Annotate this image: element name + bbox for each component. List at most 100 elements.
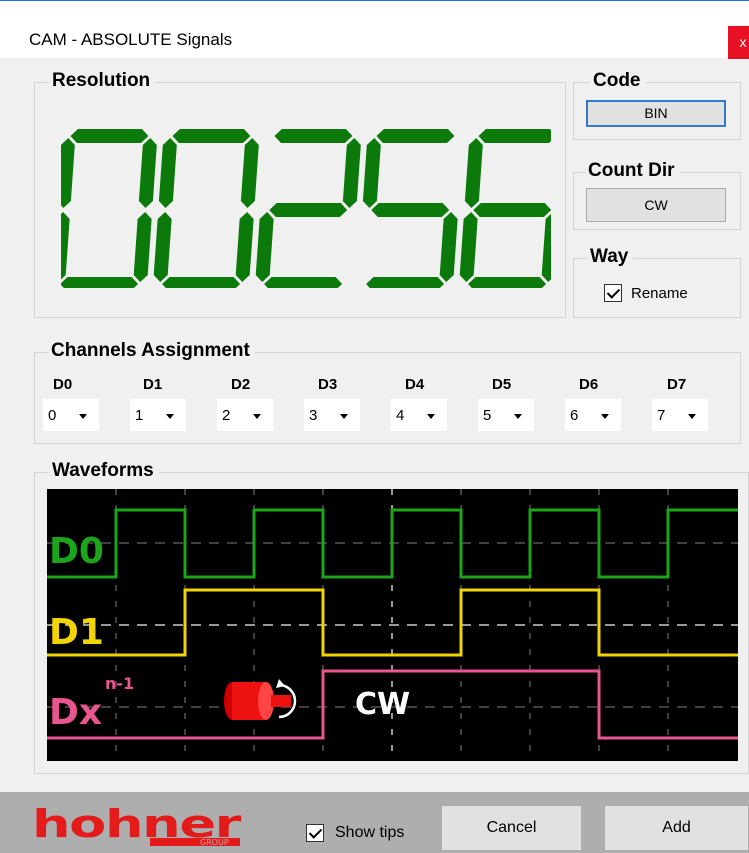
channel-label-d6: D6 <box>579 376 599 393</box>
hohner-logo: hohner GROUP <box>32 803 243 847</box>
digit-segment <box>235 212 254 282</box>
way-legend: Way <box>587 246 634 268</box>
channels-legend: Channels Assignment <box>48 340 255 362</box>
digit-segment <box>61 277 139 288</box>
channel-select-d7[interactable]: 7 <box>652 399 708 431</box>
channel-select-d6[interactable]: 6 <box>565 399 621 431</box>
digit-segment <box>541 212 551 282</box>
digit-segment <box>362 138 381 208</box>
channel-label-d2: D2 <box>231 376 251 393</box>
digit-segment <box>61 138 75 208</box>
chevron-down-icon <box>688 414 696 419</box>
digit-segment <box>376 129 455 143</box>
checkmark-icon <box>606 285 621 299</box>
digit-segment <box>70 129 149 143</box>
window-title: CAM - ABSOLUTE Signals <box>29 30 233 49</box>
digit-segment <box>269 203 348 217</box>
digit-segment <box>274 129 353 143</box>
direction-label: CW <box>355 687 410 722</box>
channel-value: 5 <box>483 407 492 424</box>
digit-segment <box>459 212 478 282</box>
digit-segment <box>468 277 547 288</box>
checkmark-icon <box>308 825 323 839</box>
bottom-bar: hohner GROUP Show tips Cancel Add <box>0 792 749 853</box>
resolution-display <box>61 129 551 288</box>
dx-superscript: n-1 <box>105 674 134 693</box>
chevron-down-icon <box>166 414 174 419</box>
channel-label-d7: D7 <box>667 376 687 393</box>
code-button[interactable]: BIN <box>586 100 726 127</box>
digit-segment <box>240 138 259 208</box>
digit-segment <box>61 212 70 282</box>
d0-wave-label: D0 <box>49 531 104 572</box>
channel-select-d1[interactable]: 1 <box>130 399 186 431</box>
channel-label-d1: D1 <box>143 376 163 393</box>
resolution-digit <box>459 129 551 288</box>
channel-value: 2 <box>222 407 231 424</box>
title-bar: CAM - ABSOLUTE Signals x <box>0 6 749 59</box>
d1-wave-label: D1 <box>49 612 104 653</box>
show-tips-checkbox[interactable] <box>306 824 324 842</box>
dx-wave-label: Dx <box>49 692 102 733</box>
digit-segment <box>366 277 445 288</box>
count-dir-button[interactable]: CW <box>586 188 726 222</box>
rename-checkbox[interactable] <box>604 284 622 302</box>
resolution-group: Resolution <box>34 70 566 318</box>
digit-segment <box>138 138 157 208</box>
digit-segment <box>478 129 551 143</box>
digit-segment <box>255 212 274 282</box>
channel-value: 7 <box>657 407 666 424</box>
digit-segment <box>158 138 177 208</box>
d0-waveform <box>47 508 738 579</box>
channel-select-d3[interactable]: 3 <box>304 399 360 431</box>
channel-value: 0 <box>48 407 57 424</box>
channel-label-d4: D4 <box>405 376 425 393</box>
close-button[interactable]: x <box>728 26 749 59</box>
digit-segment <box>162 277 241 288</box>
digit-segment <box>264 277 343 288</box>
code-group: Code BIN <box>573 70 741 140</box>
digit-segment <box>133 212 152 282</box>
svg-text:GROUP: GROUP <box>200 838 229 847</box>
chevron-down-icon <box>253 414 261 419</box>
cancel-button[interactable]: Cancel <box>441 805 582 851</box>
digit-segment <box>464 138 483 208</box>
resolution-digit <box>61 129 157 288</box>
chevron-down-icon <box>601 414 609 419</box>
channel-select-d2[interactable]: 2 <box>217 399 273 431</box>
channel-select-d4[interactable]: 4 <box>391 399 447 431</box>
digit-segment <box>342 138 361 208</box>
add-button[interactable]: Add <box>604 805 749 851</box>
chevron-down-icon <box>340 414 348 419</box>
count-dir-group: Count Dir CW <box>573 160 741 230</box>
channel-value: 3 <box>309 407 318 424</box>
channel-value: 6 <box>570 407 579 424</box>
channel-select-d5[interactable]: 5 <box>478 399 534 431</box>
waveforms-legend: Waveforms <box>49 460 159 482</box>
digit-segment <box>439 212 458 282</box>
resolution-digit <box>255 129 361 288</box>
way-group: Way Rename <box>573 246 741 318</box>
digit-segment <box>473 203 551 217</box>
chevron-down-icon <box>514 414 522 419</box>
digit-segment <box>172 129 251 143</box>
waveform-display: D0 D1 Dx n-1 CW <box>47 489 738 761</box>
resolution-digit <box>362 129 458 288</box>
channels-assignment-group: Channels Assignment D0 D1 D2 D3 D4 D5 D6… <box>34 340 741 444</box>
channel-label-d3: D3 <box>318 376 338 393</box>
rotating-encoder-icon <box>224 679 297 720</box>
channel-label-d0: D0 <box>53 376 73 393</box>
resolution-legend: Resolution <box>49 70 156 92</box>
waveforms-group: Waveforms D0 D1 Dx n-1 CW <box>34 460 749 774</box>
code-legend: Code <box>590 70 646 92</box>
rename-label: Rename <box>631 285 688 302</box>
channel-value: 1 <box>135 407 144 424</box>
resolution-digit <box>153 129 259 288</box>
digit-segment <box>153 212 172 282</box>
chevron-down-icon <box>79 414 87 419</box>
count-dir-legend: Count Dir <box>585 160 680 182</box>
digit-segment <box>371 203 450 217</box>
chevron-down-icon <box>427 414 435 419</box>
show-tips-label: Show tips <box>335 824 405 841</box>
channel-select-d0[interactable]: 0 <box>43 399 99 431</box>
